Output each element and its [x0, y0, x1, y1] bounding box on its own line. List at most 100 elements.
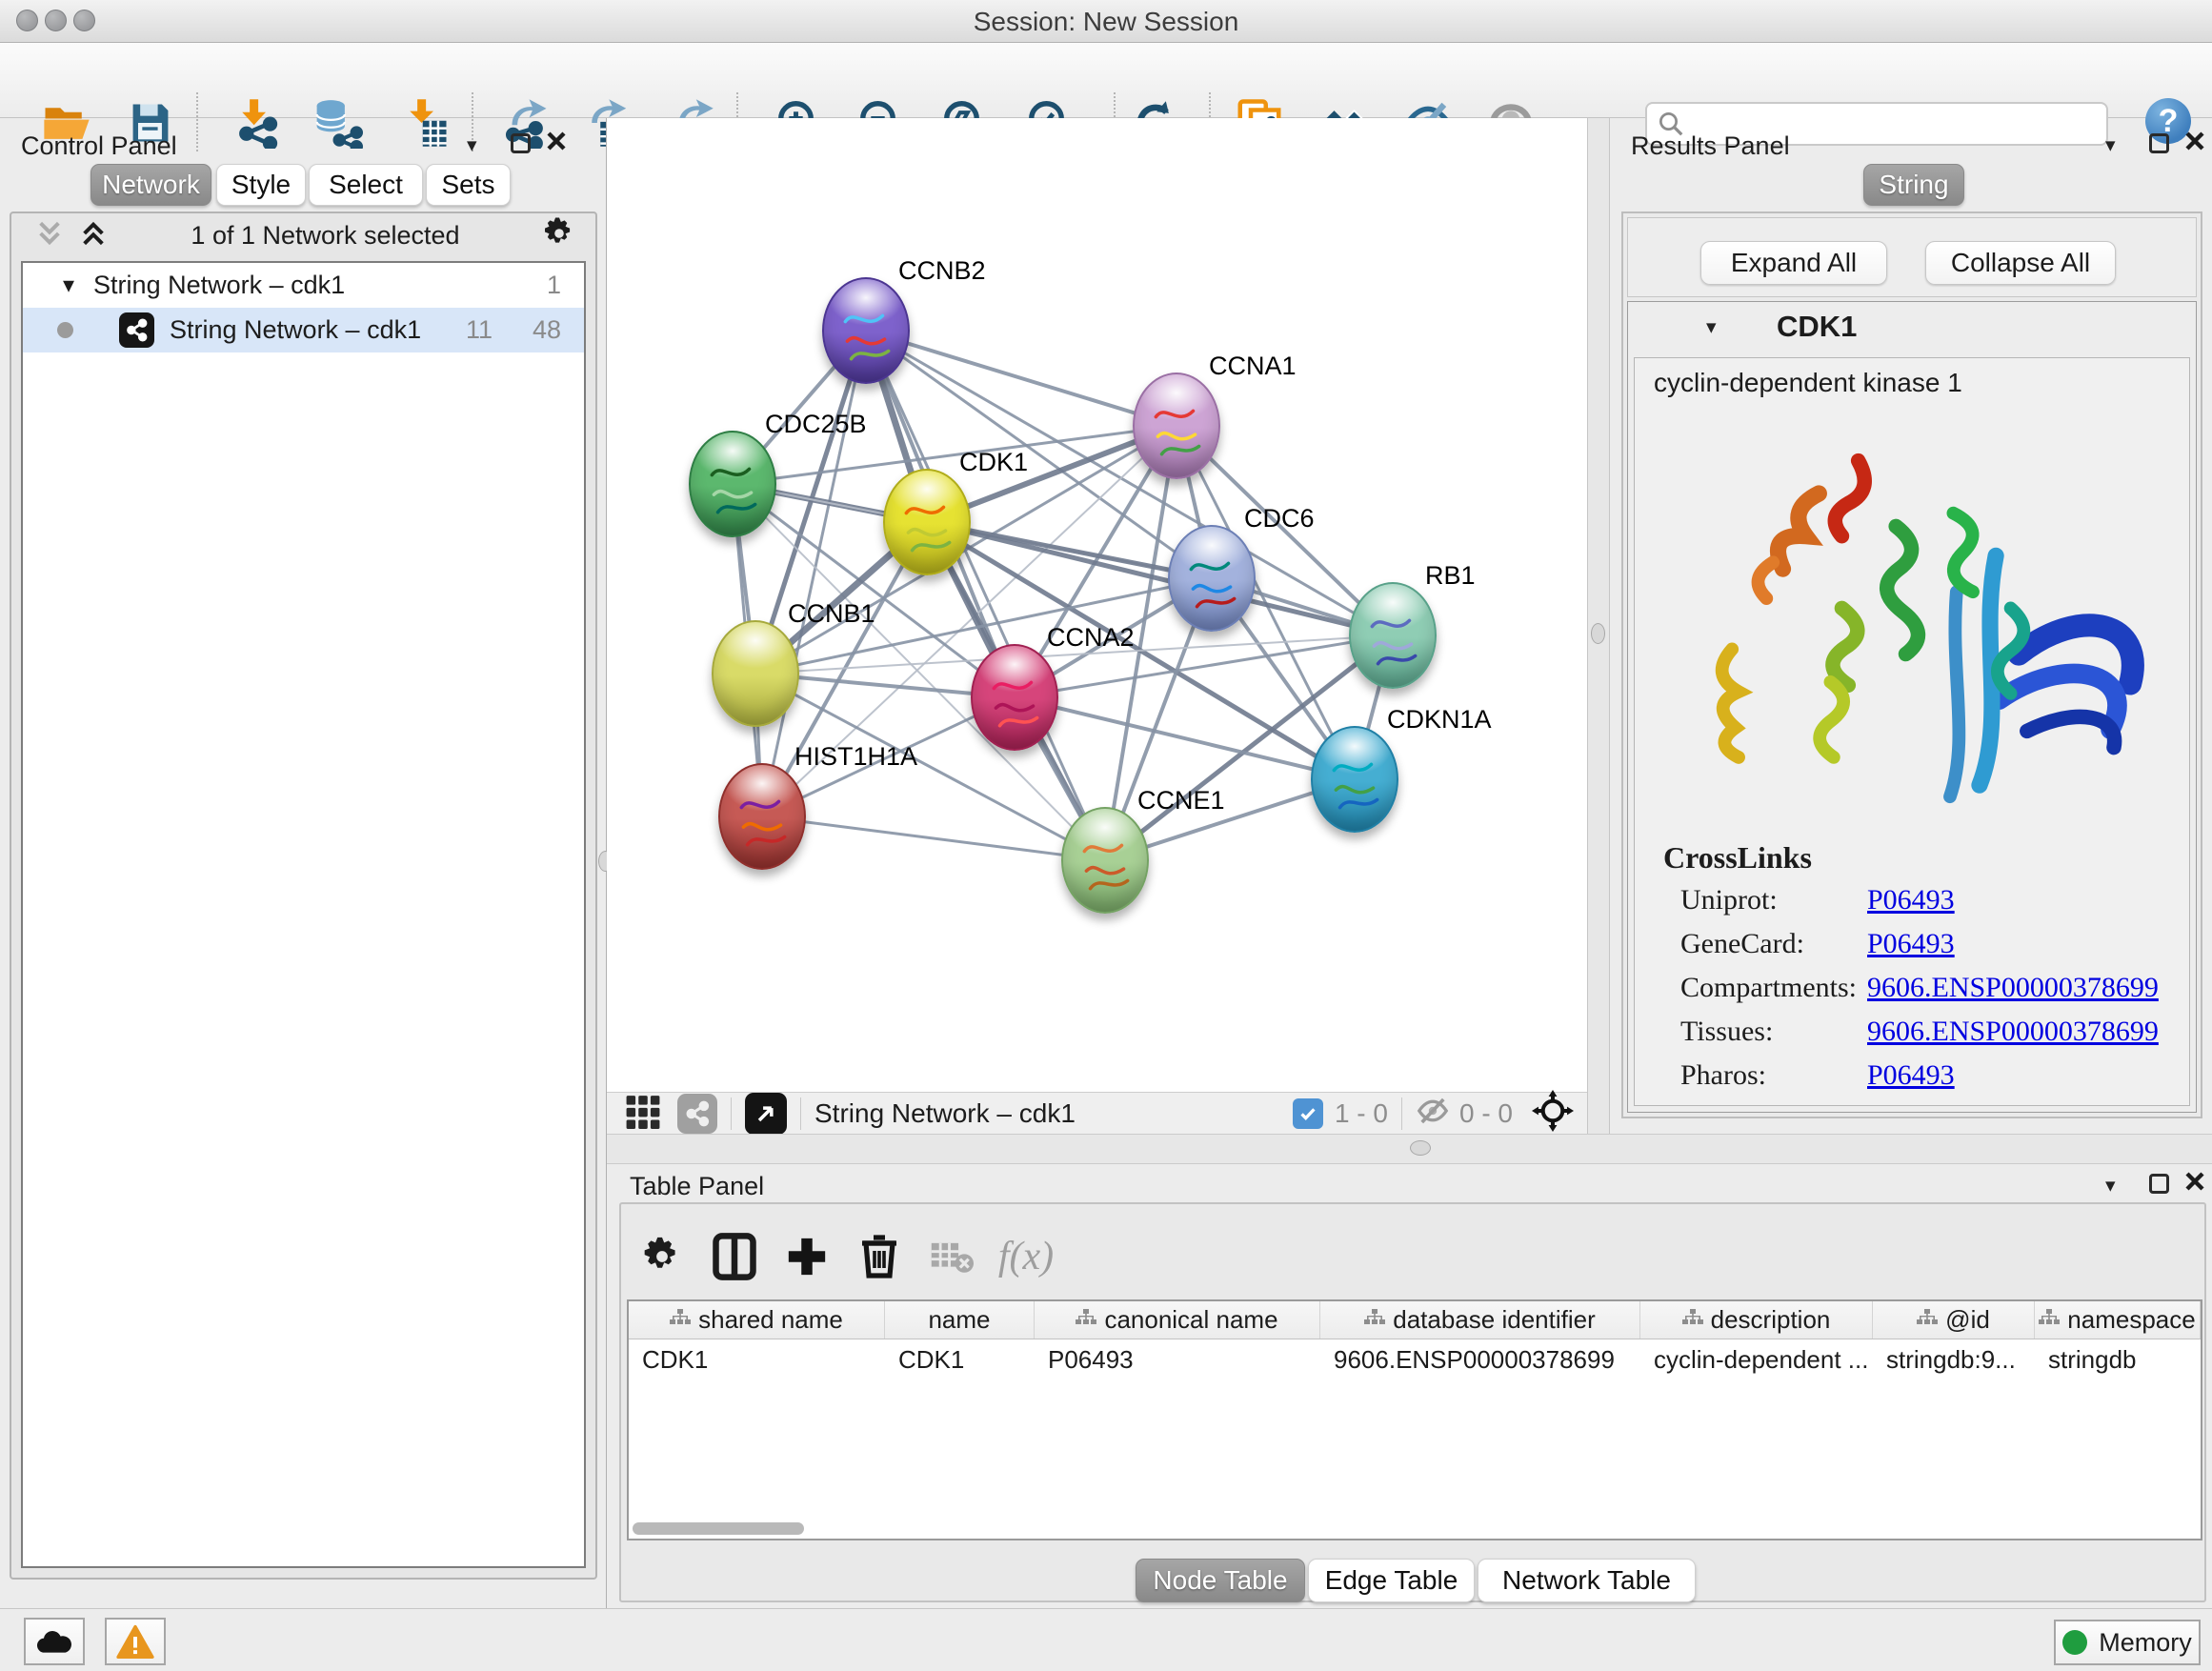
table-settings-gear-icon[interactable]: [631, 1227, 694, 1286]
column-header-shared-name[interactable]: shared name: [629, 1301, 885, 1339]
column-header-label: description: [1711, 1305, 1831, 1335]
network-overview-share-icon[interactable]: [677, 1094, 717, 1134]
right-splitter-handle[interactable]: [1591, 623, 1605, 644]
shared-column-icon: [1364, 1305, 1385, 1335]
gear-icon[interactable]: [542, 216, 576, 255]
node-CDKN1A[interactable]: [1311, 726, 1398, 833]
tab-edge-table[interactable]: Edge Table: [1308, 1559, 1475, 1602]
network-node-count: 11: [466, 315, 493, 345]
tab-network[interactable]: Network: [90, 164, 211, 206]
panel-float-icon[interactable]: [2149, 1174, 2169, 1194]
column-header-database-identifier[interactable]: database identifier: [1320, 1301, 1640, 1339]
horizontal-splitter[interactable]: [607, 1134, 2212, 1164]
entry-collapse-caret-icon[interactable]: ▾: [1706, 317, 1717, 337]
crosslink-label: GeneCard:: [1680, 928, 1804, 959]
panel-menu-caret-icon[interactable]: ▾: [2105, 135, 2116, 155]
automation-cloud-icon[interactable]: [24, 1618, 85, 1665]
vertical-splitter[interactable]: [1587, 118, 1610, 1134]
edge-CCNB2-CCNA1[interactable]: [866, 331, 1176, 426]
horizontal-scrollbar-thumb[interactable]: [633, 1522, 804, 1535]
table-row[interactable]: CDK1CDK1P064939606.ENSP00000378699cyclin…: [629, 1339, 2201, 1379]
table-panel-title: Table Panel: [630, 1172, 764, 1201]
column-header-description[interactable]: description: [1640, 1301, 1873, 1339]
crosslink-row: GeneCard: P06493: [1680, 928, 2170, 972]
delete-column-trash-icon[interactable]: [848, 1227, 911, 1286]
node-structure-art: [1327, 753, 1384, 817]
node-table: shared name namecanonical namedatabase id…: [627, 1299, 2202, 1540]
node-CCNA2[interactable]: [971, 644, 1058, 751]
shared-column-icon: [2039, 1305, 2060, 1335]
node-CCNE1[interactable]: [1061, 807, 1149, 914]
crosslink-link[interactable]: 9606.ENSP00000378699: [1867, 1016, 2159, 1048]
table-cell[interactable]: stringdb:9...: [1873, 1339, 2035, 1379]
node-CCNB2[interactable]: [822, 277, 910, 384]
panel-menu-caret-icon[interactable]: ▾: [2105, 1176, 2116, 1196]
table-cell[interactable]: stringdb: [2035, 1339, 2201, 1379]
table-cell[interactable]: CDK1: [629, 1339, 885, 1379]
entry-description: cyclin-dependent kinase 1: [1654, 368, 1962, 398]
network-canvas[interactable]: CCNB2CCNA1CDC25BCDK1CDC6RB1CCNB1CCNA2CDK…: [607, 118, 1587, 1092]
column-header-label: shared name: [698, 1305, 843, 1335]
node-structure-art: [1184, 552, 1241, 616]
tree-expand-caret-icon[interactable]: ▾: [63, 272, 74, 299]
node-HIST1H1A[interactable]: [718, 763, 806, 870]
column-header-namespace[interactable]: namespace: [2035, 1301, 2201, 1339]
column-header-name[interactable]: name: [885, 1301, 1035, 1339]
fit-selected-crosshair-icon[interactable]: [1532, 1090, 1574, 1137]
expand-all-chevron-icon[interactable]: [78, 219, 109, 252]
detach-view-icon[interactable]: [745, 1093, 787, 1135]
column-header--id[interactable]: @id: [1873, 1301, 2035, 1339]
table-cell[interactable]: 9606.ENSP00000378699: [1320, 1339, 1640, 1379]
birdseye-grid-icon[interactable]: [624, 1093, 662, 1134]
shared-column-icon: [670, 1305, 691, 1335]
hidden-eye-icon[interactable]: [1416, 1094, 1450, 1133]
panel-float-icon[interactable]: [2149, 133, 2169, 153]
tab-node-table[interactable]: Node Table: [1136, 1559, 1305, 1602]
selected-checkbox[interactable]: [1293, 1098, 1323, 1129]
node-CCNA1[interactable]: [1133, 372, 1220, 479]
node-CDK1[interactable]: [883, 469, 971, 575]
collapse-all-chevron-icon[interactable]: [34, 219, 65, 252]
panel-close-icon[interactable]: [2183, 1170, 2206, 1198]
node-CCNB1[interactable]: [712, 620, 799, 727]
bottom-splitter-handle[interactable]: [1410, 1140, 1431, 1156]
warning-icon[interactable]: [105, 1618, 166, 1665]
table-cell[interactable]: P06493: [1035, 1339, 1320, 1379]
panel-close-icon[interactable]: [545, 130, 568, 157]
table-cell[interactable]: cyclin-dependent ...: [1640, 1339, 1873, 1379]
tab-select[interactable]: Select: [309, 164, 423, 206]
crosslink-row: Tissues:9606.ENSP00000378699: [1680, 1016, 2170, 1059]
collapse-all-button[interactable]: Collapse All: [1925, 241, 2116, 285]
network-view-toolbar: String Network – cdk1 1 - 0 0 - 0: [607, 1092, 1587, 1134]
show-columns-icon[interactable]: [703, 1227, 766, 1286]
panel-menu-caret-icon[interactable]: ▾: [467, 135, 477, 155]
function-builder-icon: f(x): [995, 1227, 1057, 1286]
node-structure-art: [1077, 834, 1135, 898]
node-RB1[interactable]: [1349, 582, 1437, 689]
tab-string[interactable]: String: [1863, 164, 1964, 206]
crosslink-link[interactable]: P06493: [1867, 1059, 1955, 1092]
edge-HIST1H1A-CCNE1[interactable]: [762, 816, 1105, 860]
column-header-canonical-name[interactable]: canonical name: [1035, 1301, 1320, 1339]
table-cell[interactable]: CDK1: [885, 1339, 1035, 1379]
results-panel: Results Panel ▾ String Expand All Collap…: [1610, 118, 2212, 1134]
tab-style[interactable]: Style: [216, 164, 306, 206]
tab-sets[interactable]: Sets: [426, 164, 511, 206]
network-row-selected[interactable]: String Network – cdk1 11 48: [23, 308, 584, 352]
network-selection-bar: 1 of 1 Network selected: [11, 213, 595, 257]
panel-float-icon[interactable]: [511, 133, 531, 153]
memory-button[interactable]: Memory: [2054, 1620, 2201, 1665]
crosslink-link[interactable]: P06493: [1867, 884, 1955, 916]
expand-all-button[interactable]: Expand All: [1700, 241, 1887, 285]
edge-CCNB2-CCNE1[interactable]: [866, 331, 1105, 860]
tab-network-table[interactable]: Network Table: [1478, 1559, 1696, 1602]
control-panel: Control Panel ▾ Network Style Select Set…: [0, 118, 607, 1608]
crosslink-link[interactable]: 9606.ENSP00000378699: [1867, 972, 2159, 1004]
node-CDC6[interactable]: [1168, 525, 1256, 632]
network-collection-row[interactable]: ▾ String Network – cdk1 1: [23, 263, 584, 308]
node-CDC25B[interactable]: [689, 431, 776, 537]
node-label-CDK1: CDK1: [959, 448, 1028, 477]
panel-close-icon[interactable]: [2183, 130, 2206, 157]
crosslink-link[interactable]: P06493: [1867, 928, 1955, 960]
create-column-plus-icon[interactable]: [775, 1227, 838, 1286]
